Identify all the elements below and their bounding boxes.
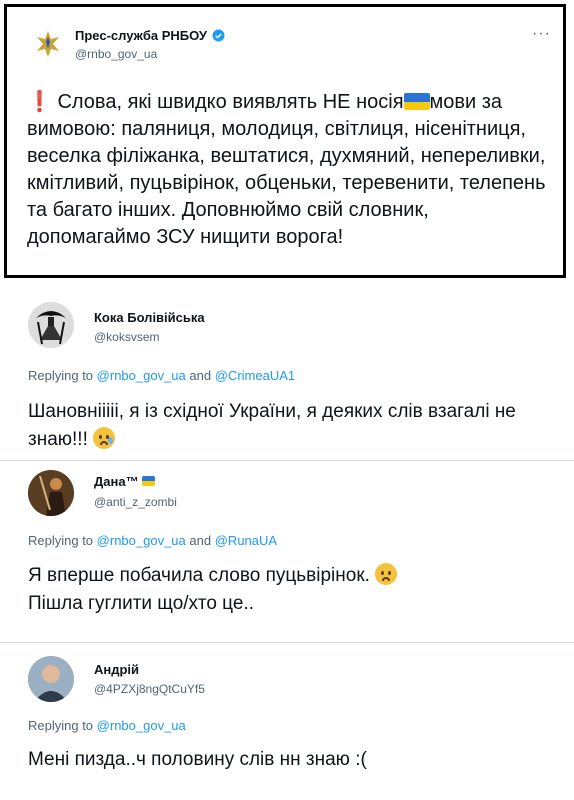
reply-text: Мені пизда..ч половину слів нн знаю :(: [28, 749, 367, 770]
reply-author-handle[interactable]: @4PZXj8ngQtCuYf5: [94, 682, 205, 696]
replying-prefix: Replying to: [28, 368, 94, 383]
divider: [0, 460, 574, 461]
exclamation-icon: ❗: [27, 91, 52, 113]
divider: [0, 642, 574, 643]
replying-to-line: Replying to @rnbo_gov_ua: [28, 718, 186, 733]
reply-author-handle[interactable]: @koksvsem: [94, 330, 160, 344]
mention-link[interactable]: @CrimeaUA1: [215, 368, 295, 383]
replying-to-line: Replying to @rnbo_gov_ua and @CrimeaUA1: [28, 368, 295, 383]
avatar-man-photo-icon: [28, 656, 74, 702]
reply-author-name[interactable]: Дана™: [94, 474, 156, 489]
mention-link[interactable]: @rnbo_gov_ua: [97, 718, 186, 733]
replying-prefix: Replying to: [28, 718, 94, 733]
mention-link[interactable]: @RunaUA: [215, 533, 277, 548]
author-name[interactable]: Прес-служба РНБОУ: [75, 28, 207, 43]
replying-prefix: Replying to: [28, 533, 94, 548]
more-options-icon[interactable]: ···: [532, 25, 551, 43]
ukraine-flag-icon: [403, 93, 430, 110]
avatar[interactable]: [28, 470, 74, 516]
author-handle[interactable]: @rnbo_gov_ua: [75, 47, 157, 61]
mention-link[interactable]: @rnbo_gov_ua: [97, 368, 186, 383]
and-word: and: [189, 533, 212, 548]
avatar[interactable]: [28, 302, 74, 348]
crying-face-emoji-icon: [93, 427, 116, 449]
reply-author-handle[interactable]: @anti_z_zombi: [94, 495, 177, 509]
reply-text: Шановнііііі, я із східної України, я дея…: [28, 398, 558, 454]
rnbo-emblem-icon: [32, 28, 64, 60]
tweet-text-part1: Слова, які швидко виявлять НЕ носія: [57, 91, 404, 113]
reply-author-name[interactable]: Андрій: [94, 662, 139, 677]
ukraine-flag-icon: [142, 476, 156, 486]
tweet-text: ❗ Слова, які швидко виявлять НЕ носія мов…: [27, 89, 549, 251]
and-word: and: [189, 368, 212, 383]
reply-text-line2: Пішла гуглити що/хто це..: [28, 593, 254, 614]
avatar[interactable]: [28, 656, 74, 702]
replying-to-line: Replying to @rnbo_gov_ua and @RunaUA: [28, 533, 277, 548]
reply-author-name-text: Дана™: [94, 474, 139, 489]
reply-author-name[interactable]: Кока Болівійська: [94, 310, 205, 325]
reply-text-line1: Я вперше побачила слово пуцьвірінок.: [28, 565, 370, 586]
rnbo-emblem-avatar[interactable]: [31, 27, 65, 61]
reply-text: Я вперше побачила слово пуцьвірінок. Піш…: [28, 562, 558, 618]
mention-link[interactable]: @rnbo_gov_ua: [97, 533, 186, 548]
avatar-bw-figure-icon: [28, 302, 74, 348]
main-tweet-card[interactable]: Прес-служба РНБОУ @rnbo_gov_ua ··· ❗ Сло…: [4, 4, 566, 278]
worried-face-emoji-icon: [375, 563, 398, 585]
avatar-dark-warrior-icon: [28, 470, 74, 516]
verified-badge-icon: [212, 29, 225, 42]
